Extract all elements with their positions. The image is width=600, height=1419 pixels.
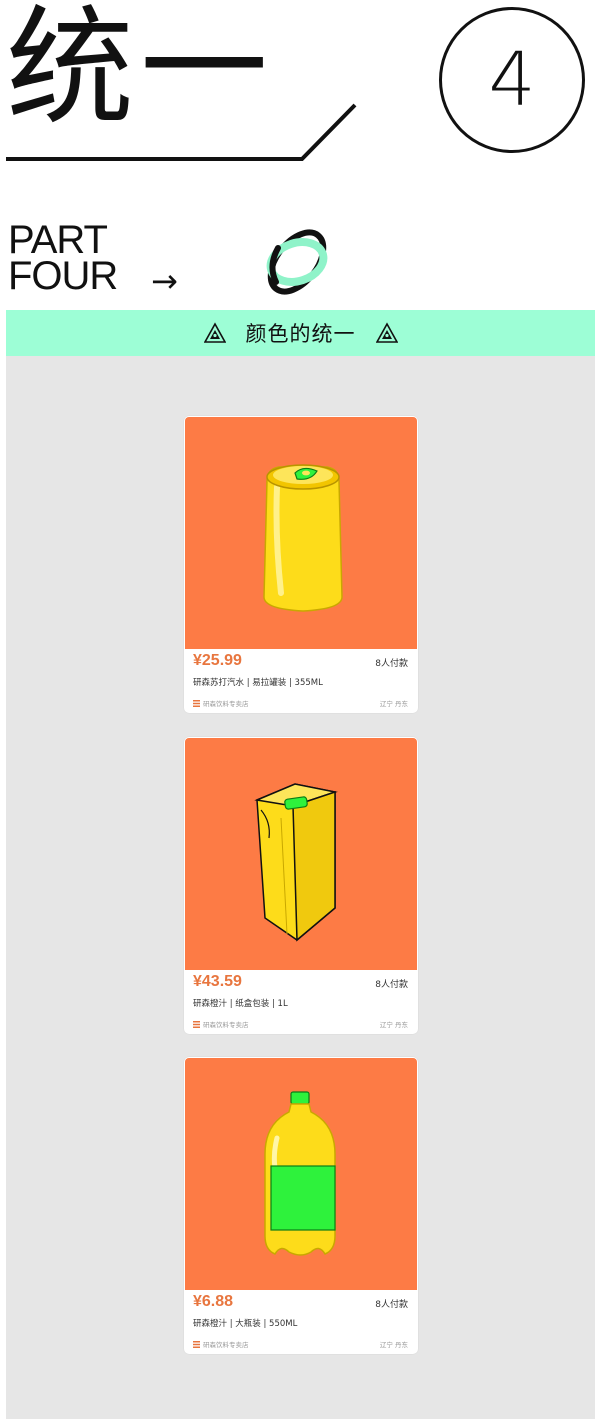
section-number-badge: 4 bbox=[439, 7, 585, 153]
title-underline bbox=[6, 103, 357, 161]
shop-link[interactable]: 研森饮料专卖店 bbox=[193, 1019, 249, 1029]
orbit-logo bbox=[266, 229, 328, 295]
part-label-line2: FOUR bbox=[8, 254, 118, 298]
shop-location: 辽宁 丹东 bbox=[379, 700, 408, 708]
header: 统一 4 PART FOUR → bbox=[0, 0, 600, 320]
product-name[interactable]: 研森橙汁 | 大瓶装 | 550ML bbox=[193, 1317, 297, 1329]
juice-bottle-icon bbox=[264, 1091, 336, 1256]
soda-can-icon bbox=[263, 464, 343, 612]
product-card[interactable]: ¥25.99 8人付款 研森苏打汽水 | 易拉罐装 | 355ML 研森饮料专卖… bbox=[184, 416, 418, 713]
product-price: ¥43.59 bbox=[193, 973, 242, 990]
juice-carton-icon bbox=[254, 783, 338, 942]
section-banner: 颜色的统一 bbox=[6, 310, 595, 356]
part-label: PART FOUR bbox=[8, 218, 118, 298]
shop-name: 研森饮料专卖店 bbox=[203, 700, 249, 708]
product-image[interactable] bbox=[185, 738, 417, 970]
shop-link[interactable]: 研森饮料专卖店 bbox=[193, 1339, 249, 1349]
content-panel: 颜色的统一 ¥25.99 8人付款 研森苏打汽水 | 易拉罐装 | 355ML bbox=[6, 310, 595, 1419]
banner-title: 颜色的统一 bbox=[245, 322, 356, 346]
product-image[interactable] bbox=[185, 417, 417, 649]
product-card[interactable]: ¥6.88 8人付款 研森橙汁 | 大瓶装 | 550ML 研森饮料专卖店 辽宁… bbox=[184, 1057, 418, 1354]
product-name[interactable]: 研森橙汁 | 纸盒包装 | 1L bbox=[193, 997, 288, 1009]
warning-triangle-icon bbox=[375, 322, 398, 343]
product-name[interactable]: 研森苏打汽水 | 易拉罐装 | 355ML bbox=[193, 676, 323, 688]
shop-location: 辽宁 丹东 bbox=[379, 1341, 408, 1349]
paid-count: 8人付款 bbox=[375, 659, 408, 669]
store-icon bbox=[193, 1340, 200, 1348]
store-icon bbox=[193, 1020, 200, 1028]
shop-link[interactable]: 研森饮料专卖店 bbox=[193, 698, 249, 708]
product-price: ¥6.88 bbox=[193, 1293, 234, 1310]
shop-location: 辽宁 丹东 bbox=[379, 1021, 408, 1029]
product-image[interactable] bbox=[185, 1058, 417, 1290]
product-price: ¥25.99 bbox=[193, 652, 242, 669]
store-icon bbox=[193, 699, 200, 707]
paid-count: 8人付款 bbox=[375, 1300, 408, 1310]
shop-name: 研森饮料专卖店 bbox=[203, 1021, 249, 1029]
shop-name: 研森饮料专卖店 bbox=[203, 1341, 249, 1349]
paid-count: 8人付款 bbox=[375, 980, 408, 990]
arrow-right-icon: → bbox=[151, 262, 178, 300]
product-card[interactable]: ¥43.59 8人付款 研森橙汁 | 纸盒包装 | 1L 研森饮料专卖店 辽宁 … bbox=[184, 737, 418, 1034]
warning-triangle-icon bbox=[203, 322, 226, 343]
part-label-line1: PART bbox=[8, 218, 108, 262]
